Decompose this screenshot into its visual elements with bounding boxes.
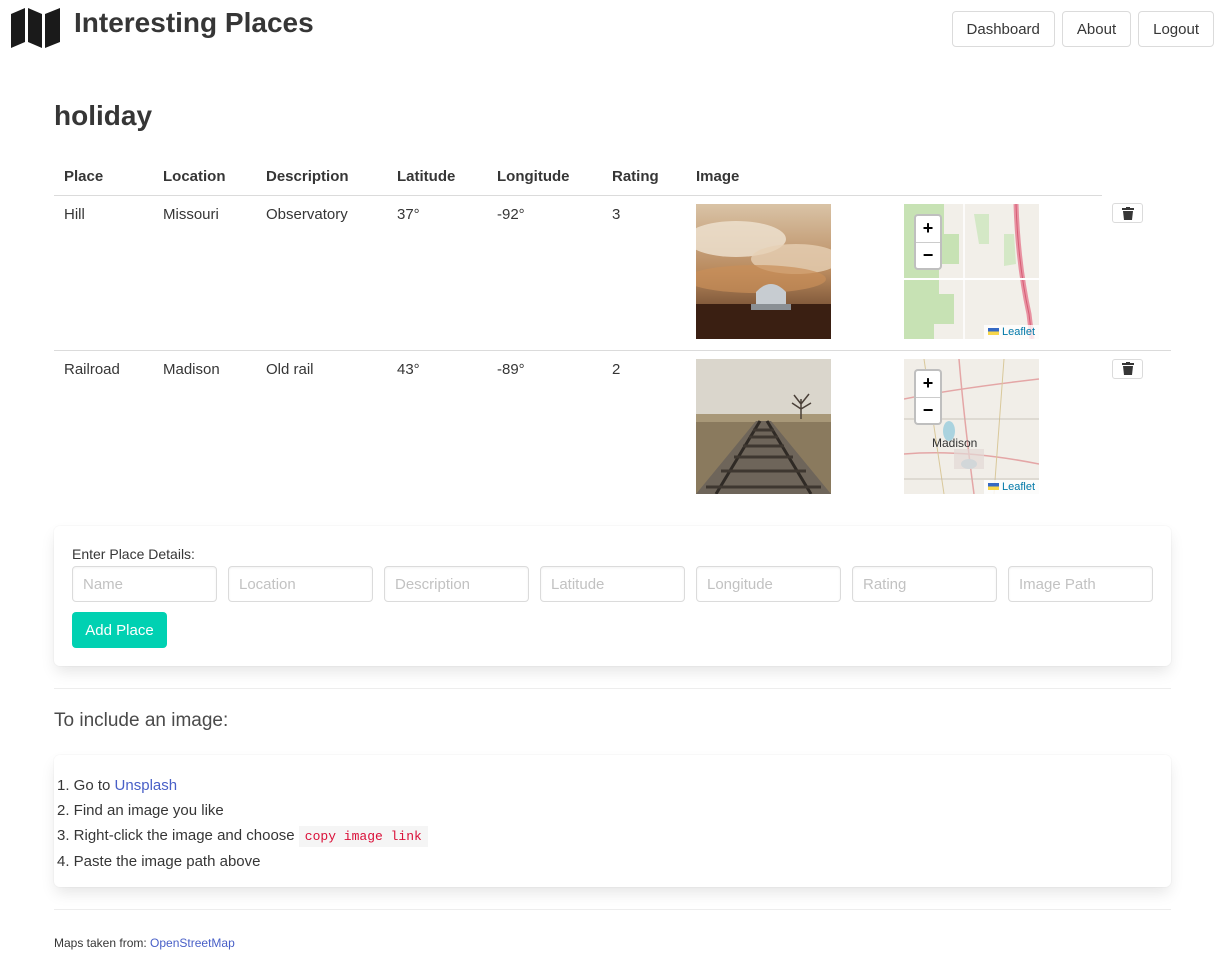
main-content: holiday Place Location Description Latit… [54, 100, 1171, 950]
column-header-location: Location [153, 158, 256, 196]
dashboard-button[interactable]: Dashboard [951, 11, 1055, 47]
cell-actions [1102, 350, 1171, 505]
copy-image-link-code: copy image link [298, 826, 428, 847]
divider [54, 909, 1171, 910]
cell-map: + − Leaflet [894, 195, 1102, 350]
column-header-map [894, 158, 1102, 196]
cell-map: + − Madison Leaflet [894, 350, 1102, 505]
cell-place: Railroad [64, 360, 120, 378]
delete-button[interactable] [1112, 203, 1143, 223]
unsplash-link[interactable]: Unsplash [115, 777, 178, 794]
cell-rating: 3 [612, 205, 621, 223]
name-input[interactable] [72, 566, 217, 602]
form-inputs [72, 566, 1153, 602]
zoom-out-button[interactable]: − [916, 396, 940, 423]
about-button[interactable]: About [1061, 11, 1132, 47]
place-photo-observatory [696, 203, 831, 339]
ukraine-flag-icon [987, 483, 999, 490]
trash-icon [1121, 206, 1134, 220]
cell-image [686, 350, 894, 505]
openstreetmap-link[interactable]: OpenStreetMap [150, 936, 235, 950]
cell-rating: 2 [612, 360, 621, 378]
zoom-in-button[interactable]: + [916, 216, 940, 242]
zoom-out-button[interactable]: − [916, 241, 940, 268]
add-place-button[interactable]: Add Place [72, 612, 167, 648]
column-header-actions [1102, 158, 1171, 195]
step-2: 2. Find an image you like [57, 802, 224, 819]
footer: Maps taken from: OpenStreetMap [54, 936, 235, 950]
leaflet-link[interactable]: Leaflet [1002, 326, 1035, 338]
latitude-input[interactable] [540, 566, 685, 602]
column-header-latitude: Latitude [387, 158, 487, 196]
delete-button[interactable] [1112, 358, 1143, 379]
cell-description: Old rail [266, 360, 314, 378]
column-header-image: Image [686, 158, 894, 196]
instructions-title: To include an image: [54, 710, 229, 731]
column-header-description: Description [256, 158, 387, 196]
divider [54, 688, 1171, 689]
step-3: 3. Right-click the image and choose copy… [57, 823, 428, 849]
trash-icon [1121, 362, 1134, 375]
cell-latitude: 43° [397, 360, 420, 378]
cell-longitude: -92° [497, 205, 525, 223]
zoom-control: + − [914, 368, 942, 425]
page-title: holiday [54, 100, 153, 131]
top-nav: Dashboard About Logout [951, 11, 1214, 47]
location-input[interactable] [228, 566, 373, 602]
instructions-box: 1. Go to Unsplash 2. Find an image you l… [54, 755, 1171, 887]
cell-description: Observatory [266, 205, 348, 223]
cell-latitude: 37° [397, 205, 420, 223]
cell-longitude: -89° [497, 360, 525, 378]
step-1: 1. Go to Unsplash [57, 777, 178, 794]
column-header-longitude: Longitude [487, 158, 602, 196]
brand: Interesting Places [11, 7, 314, 48]
step-4: 4. Paste the image path above [57, 853, 261, 870]
cell-actions [1102, 195, 1171, 350]
longitude-input[interactable] [696, 566, 841, 602]
app-title: Interesting Places [74, 6, 314, 38]
column-header-place: Place [54, 158, 153, 196]
map-attribution: Leaflet [983, 479, 1039, 494]
rating-input[interactable] [852, 566, 997, 602]
logout-button[interactable]: Logout [1138, 11, 1214, 47]
leaflet-link[interactable]: Leaflet [1002, 481, 1035, 493]
table-row: Railroad Madison Old rail 43° -89° 2 + −… [54, 350, 1171, 505]
map-icon [11, 8, 60, 48]
add-place-form: Enter Place Details: Add Place [54, 526, 1171, 666]
table-row: Hill Missouri Observatory 37° -92° 3 + −… [54, 195, 1171, 350]
footer-text: Maps taken from: [54, 936, 151, 950]
table-header-row: Place Location Description Latitude Long… [54, 158, 1171, 196]
cell-location: Missouri [163, 205, 219, 223]
instructions-list: 1. Go to Unsplash 2. Find an image you l… [57, 773, 428, 874]
description-input[interactable] [384, 566, 529, 602]
cell-image [686, 195, 894, 350]
zoom-control: + − [914, 213, 942, 270]
zoom-in-button[interactable]: + [916, 371, 940, 397]
cell-location: Madison [163, 360, 220, 378]
ukraine-flag-icon [987, 328, 999, 335]
map-city-label: Madison [932, 435, 978, 450]
map-widget[interactable]: + − Leaflet [904, 203, 1039, 339]
place-photo-railroad [696, 358, 831, 494]
map-widget[interactable]: + − Madison Leaflet [904, 358, 1039, 494]
places-table: Place Location Description Latitude Long… [54, 158, 1171, 505]
cell-place: Hill [64, 205, 85, 223]
image-path-input[interactable] [1008, 566, 1153, 602]
form-label: Enter Place Details: [72, 546, 195, 562]
column-header-rating: Rating [602, 158, 686, 196]
map-attribution: Leaflet [983, 324, 1039, 339]
